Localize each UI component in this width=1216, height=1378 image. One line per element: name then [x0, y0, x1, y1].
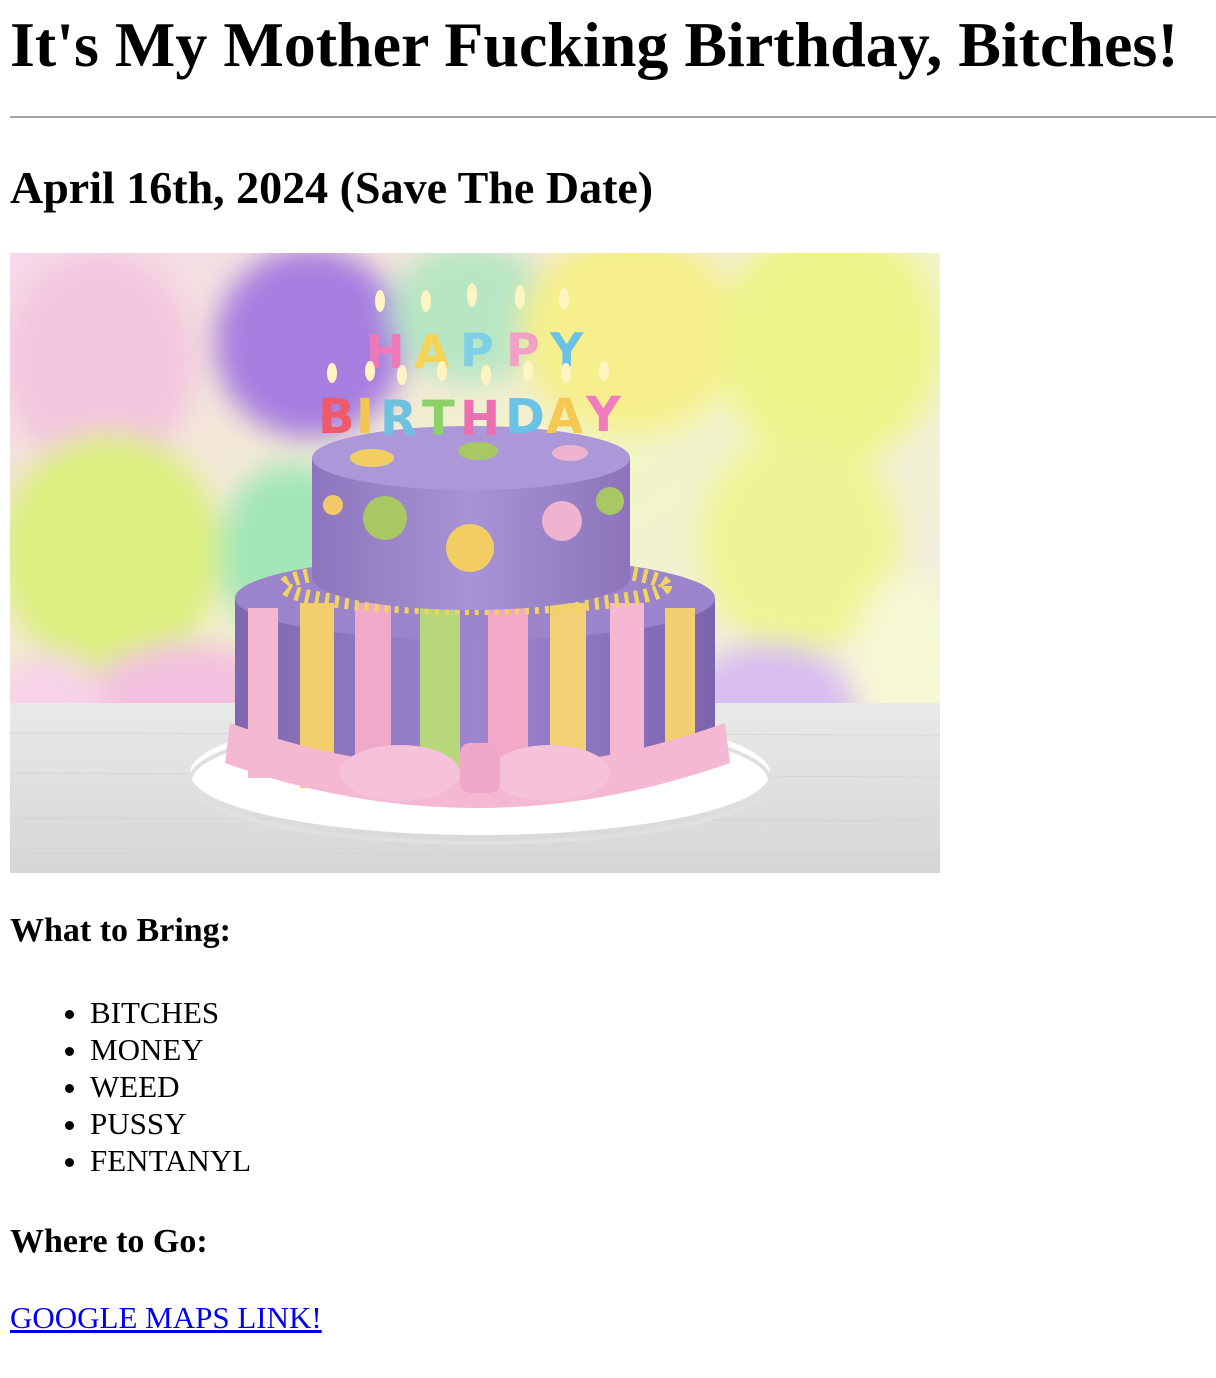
svg-text:Y: Y — [585, 387, 622, 443]
bring-heading: What to Bring: — [10, 912, 231, 949]
page-title: It's My Mother Fucking Birthday, Bitches… — [10, 9, 1179, 80]
divider — [10, 116, 1216, 118]
where-heading: Where to Go: — [10, 1223, 208, 1260]
google-maps-link[interactable]: GOOGLE MAPS LINK! — [10, 1299, 322, 1336]
svg-text:I: I — [356, 389, 374, 445]
list-item: PUSSY — [90, 1105, 1216, 1142]
svg-text:A: A — [546, 389, 583, 445]
bring-list: BITCHES MONEY WEED PUSSY FENTANYL — [10, 994, 1216, 1179]
svg-text:B: B — [318, 389, 355, 445]
svg-text:D: D — [505, 389, 545, 445]
birthday-cake-image: B I R T H D A Y H A P P Y — [10, 253, 940, 873]
list-item: MONEY — [90, 1031, 1216, 1068]
svg-text:R: R — [380, 391, 417, 447]
list-item: FENTANYL — [90, 1142, 1216, 1179]
event-date: April 16th, 2024 (Save The Date) — [10, 162, 654, 213]
list-item: WEED — [90, 1068, 1216, 1105]
svg-text:H: H — [460, 391, 500, 447]
page-content: It's My Mother Fucking Birthday, Bitches… — [0, 0, 1216, 1336]
svg-text:T: T — [422, 391, 455, 447]
svg-text:P: P — [506, 323, 540, 377]
list-item: BITCHES — [90, 994, 1216, 1031]
